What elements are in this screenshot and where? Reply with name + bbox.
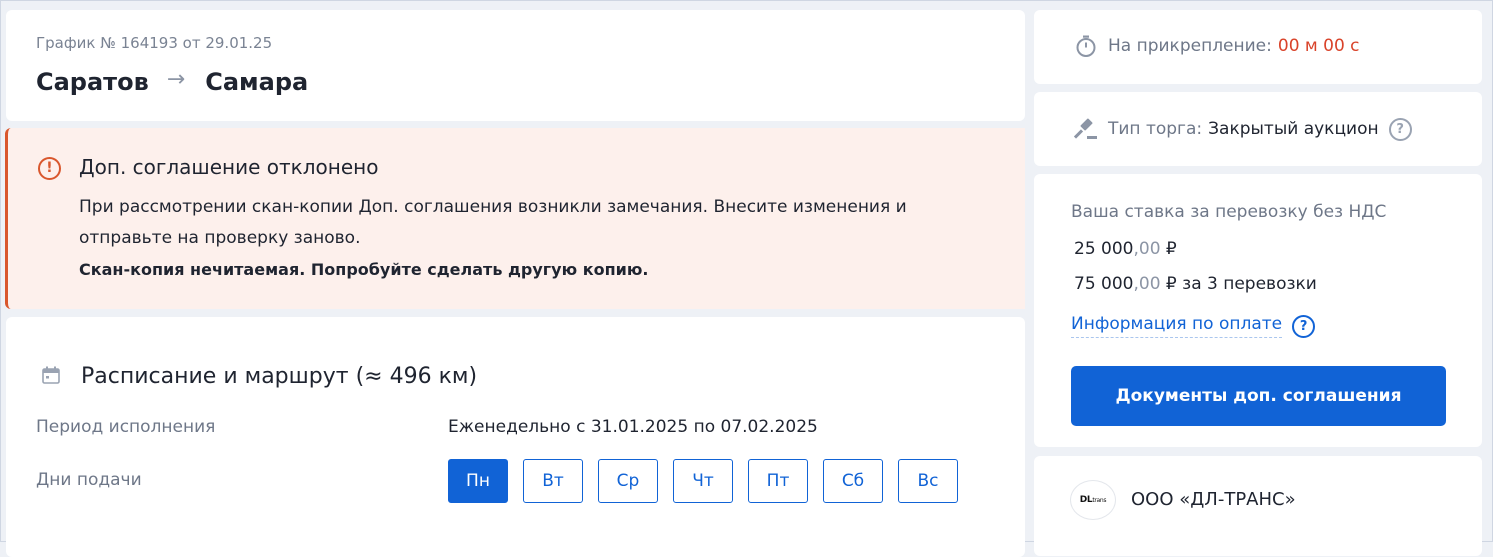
rejection-alert: ! Доп. соглашение отклонено При рассмотр… — [5, 128, 1025, 309]
day-tue-button[interactable]: Вт — [523, 459, 583, 503]
timer-line: На прикрепление: 00 м 00 с — [1074, 34, 1360, 58]
period-label: Период исполнения — [36, 417, 216, 437]
logo-sup: trans — [1092, 496, 1107, 504]
route-from: Саратов — [36, 68, 149, 96]
alert-reason: Скан-копия нечитаемая. Попробуйте сделат… — [79, 260, 649, 279]
gavel-icon — [1074, 118, 1097, 139]
alert-message: При рассмотрении скан-копии Доп. соглаше… — [79, 197, 907, 248]
company-name: ООО «ДЛ-ТРАНС» — [1131, 489, 1296, 510]
attach-timer-card: На прикрепление: 00 м 00 с — [1034, 10, 1482, 84]
schedule-number: График № 164193 от 29.01.25 — [36, 34, 273, 52]
day-wed-button[interactable]: Ср — [598, 459, 658, 503]
payment-info-link[interactable]: Информация по оплате — [1071, 314, 1283, 338]
logo-text: DL — [1079, 495, 1093, 505]
company-card: DL trans ООО «ДЛ-ТРАНС» — [1034, 456, 1482, 556]
rate-title: Ваша ставка за перевозку без НДС — [1071, 202, 1387, 222]
schedule-header-card: График № 164193 от 29.01.25 Саратов → Са… — [6, 10, 1025, 121]
stopwatch-icon — [1076, 35, 1096, 57]
day-sat-button[interactable]: Сб — [823, 459, 883, 503]
single-rate-main: 25 000 — [1074, 239, 1134, 259]
day-mon-button[interactable]: Пн — [448, 459, 508, 503]
schedule-route-card: Расписание и маршрут (≈ 496 км) Период и… — [6, 317, 1025, 557]
agreement-documents-button[interactable]: Документы доп. соглашения — [1071, 366, 1446, 426]
route-title: Саратов → Самара — [36, 66, 309, 97]
days-label: Дни подачи — [36, 470, 142, 490]
trade-type-card: Тип торга: Закрытый аукцион ? — [1034, 92, 1482, 166]
timer-value: 00 м 00 с — [1277, 36, 1360, 56]
day-sun-button[interactable]: Вс — [898, 459, 958, 503]
trade-value: Закрытый аукцион — [1208, 119, 1379, 139]
single-rate-cents: ,00 — [1133, 239, 1161, 259]
payment-info: Информация по оплате ? — [1071, 314, 1316, 338]
company-logo: DL trans — [1070, 480, 1116, 520]
trade-label: Тип торга: — [1108, 119, 1203, 139]
alert-title: Доп. соглашение отклонено — [79, 155, 379, 179]
route-to: Самара — [205, 68, 309, 96]
day-thu-button[interactable]: Чт — [673, 459, 733, 503]
rate-card: Ваша ставка за перевозку без НДС 25 000,… — [1034, 174, 1482, 447]
period-value: Еженедельно с 31.01.2025 по 07.02.2025 — [448, 417, 818, 437]
help-icon[interactable]: ? — [1292, 314, 1316, 338]
day-fri-button[interactable]: Пт — [748, 459, 808, 503]
total-rate: 75 000,00 ₽ за 3 перевозки — [1074, 274, 1317, 294]
page-frame: График № 164193 от 29.01.25 Саратов → Са… — [0, 0, 1493, 557]
total-rate-suffix: ₽ за 3 перевозки — [1160, 274, 1317, 294]
single-rate: 25 000,00 ₽ — [1074, 239, 1177, 259]
arrow-right-icon: → — [166, 66, 186, 92]
help-icon[interactable]: ? — [1388, 117, 1412, 141]
days-selector: Пн Вт Ср Чт Пт Сб Вс — [448, 459, 958, 503]
single-rate-currency: ₽ — [1160, 239, 1177, 259]
exclamation-circle-icon: ! — [38, 157, 61, 180]
timer-label: На прикрепление: — [1108, 36, 1272, 56]
schedule-title: Расписание и маршрут (≈ 496 км) — [81, 364, 478, 389]
total-rate-cents: ,00 — [1133, 274, 1161, 294]
total-rate-main: 75 000 — [1074, 274, 1134, 294]
calendar-icon — [42, 366, 60, 384]
trade-line: Тип торга: Закрытый аукцион ? — [1074, 117, 1412, 141]
